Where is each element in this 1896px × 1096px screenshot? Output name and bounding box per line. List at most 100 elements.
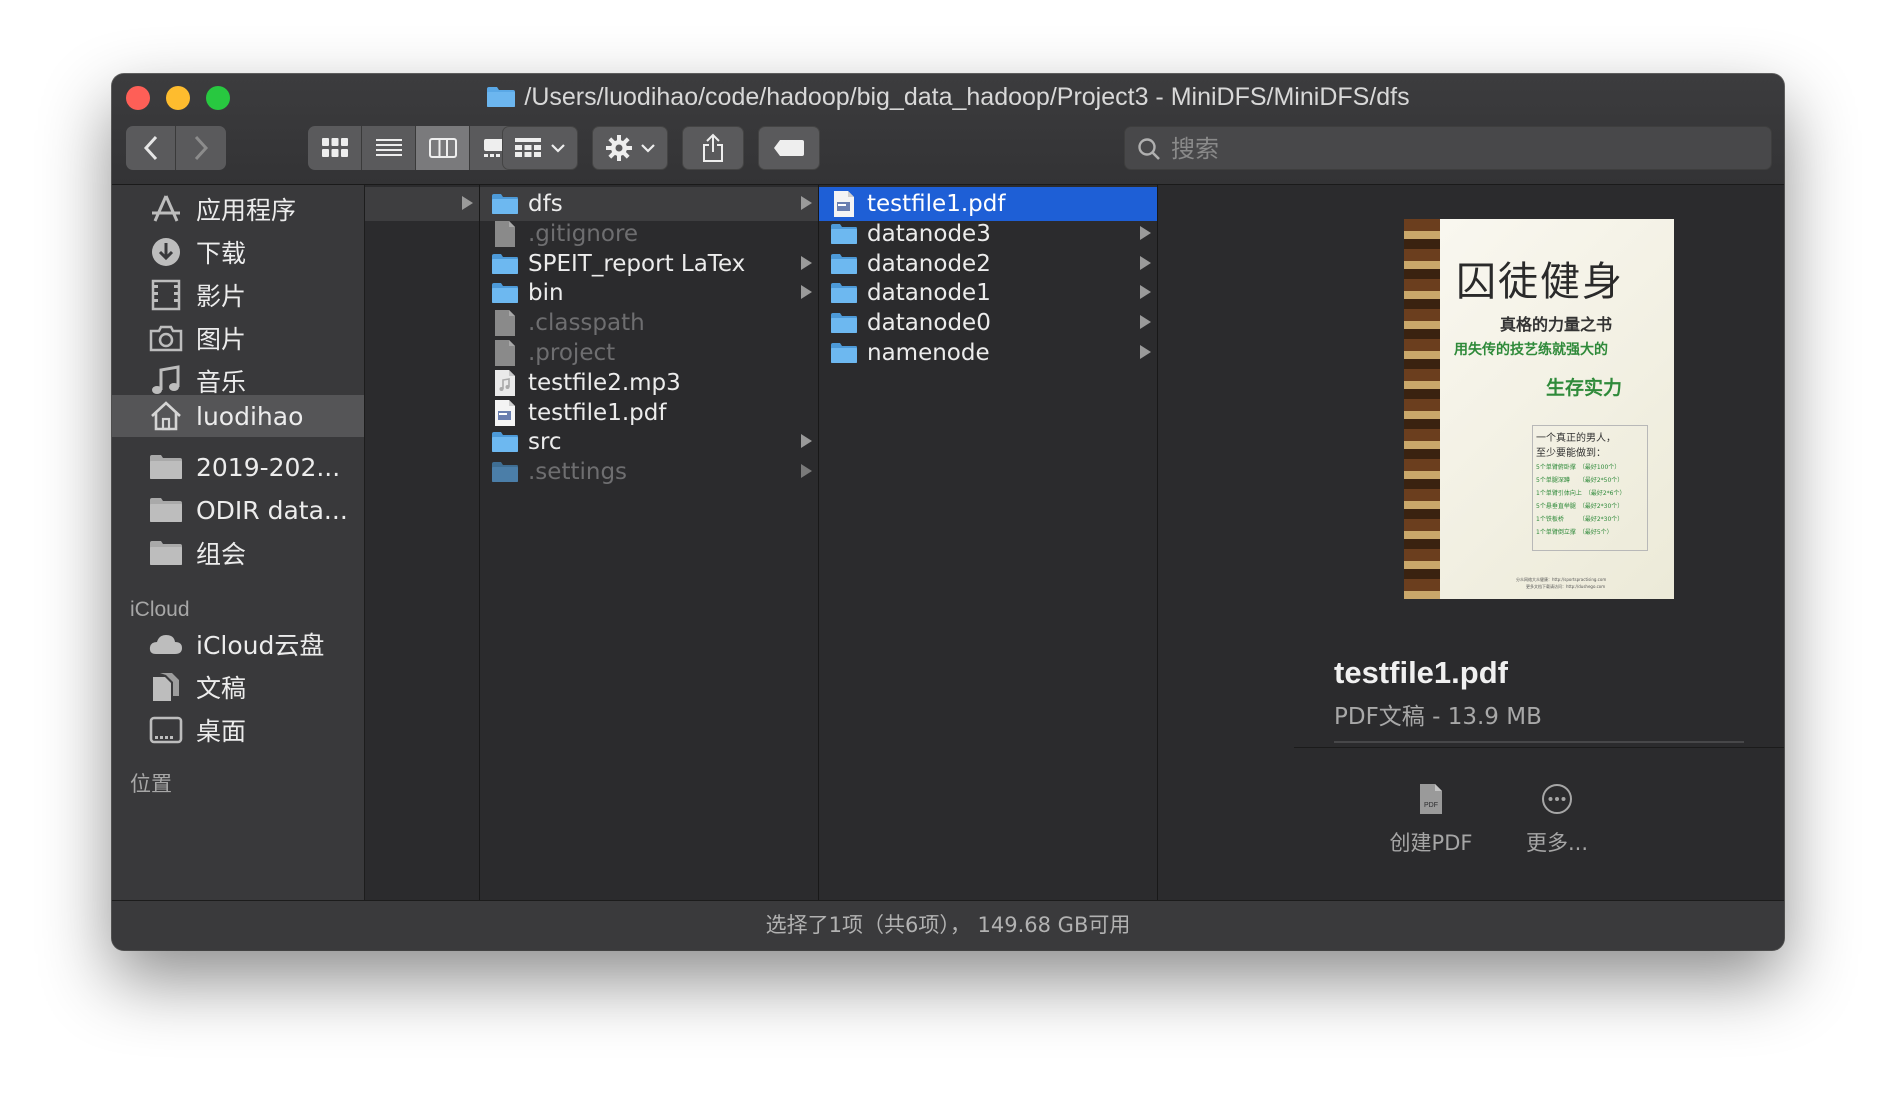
folder-icon — [490, 427, 520, 457]
search-input[interactable] — [1169, 127, 1763, 171]
chevron-down-icon — [551, 144, 565, 153]
share-button[interactable] — [682, 126, 744, 170]
more-button[interactable]: 更多... — [1492, 779, 1622, 857]
disclosure-arrow-icon — [801, 196, 812, 210]
disclosure-arrow-icon — [801, 255, 812, 270]
sidebar-item-label: 文稿 — [196, 674, 247, 703]
columns-icon — [428, 138, 457, 158]
sidebar-item-label: iCloud云盘 — [196, 631, 325, 660]
cover-box-line: 1个铁板桥 （最好2*30个） — [1536, 516, 1624, 523]
sidebar-item-downloads[interactable]: 下载 — [112, 228, 364, 276]
folder-icon — [146, 447, 186, 487]
disclosure-arrow-icon — [801, 434, 812, 449]
cover-tagline: 用失传的技艺练就强大的 — [1454, 342, 1608, 358]
status-bar: 选择了1项（共6项）， 149.68 GB可用 — [112, 900, 1784, 950]
pdf-icon: PDF — [1420, 784, 1442, 814]
gear-icon — [606, 135, 632, 161]
sidebar-item-label: 2019-202... — [196, 452, 341, 482]
svg-text:PDF: PDF — [1424, 802, 1438, 809]
sidebar-item-applications[interactable]: 应用程序 — [112, 185, 364, 233]
folder-icon — [490, 278, 520, 308]
sidebar-item-label: 组会 — [196, 540, 247, 569]
title-toolbar: /Users/luodihao/code/hadoop/big_data_had… — [112, 74, 1784, 185]
folder-icon — [146, 490, 186, 530]
folder-icon — [490, 189, 520, 219]
more-label: 更多... — [1525, 831, 1589, 855]
file-name: .classpath — [528, 310, 645, 337]
downloads-icon — [146, 232, 186, 272]
sidebar-item-folder-2019[interactable]: 2019-202... — [112, 443, 364, 491]
cover-ornament — [1404, 219, 1440, 599]
sidebar-header-locations: 位置 — [130, 773, 172, 796]
disclosure-arrow-icon — [1140, 225, 1151, 240]
chevron-down-icon — [641, 144, 655, 153]
divider — [1294, 747, 1784, 748]
sidebar-item-home[interactable]: luodihao — [112, 395, 364, 437]
sidebar: 应用程序 下载 影片 图片 音乐 luodihao 2019-202... OD… — [112, 185, 365, 900]
cover-box-line: 5个单臂俯卧撑 （最好100个） — [1536, 464, 1621, 471]
folder-icon — [829, 308, 859, 338]
sidebar-item-documents[interactable]: 文稿 — [112, 663, 364, 711]
chevron-right-icon — [194, 135, 209, 161]
view-mode-control — [308, 126, 524, 170]
tags-button[interactable] — [758, 126, 820, 170]
sidebar-item-label: 桌面 — [196, 717, 247, 746]
more-icon — [1542, 784, 1572, 814]
folder-icon — [829, 249, 859, 279]
group-grid-icon — [515, 138, 541, 157]
cover-box-line: 5个单腿深蹲 （最好2*50个） — [1536, 477, 1624, 484]
forward-button[interactable] — [176, 126, 226, 170]
cover-title: 囚徒健身 — [1456, 259, 1624, 305]
list-view-button[interactable] — [362, 126, 416, 170]
action-menu-button[interactable] — [592, 126, 668, 170]
file-name: bin — [528, 280, 564, 307]
file-row[interactable]: namenode — [819, 336, 1157, 370]
file-icon — [490, 308, 520, 338]
folder-icon — [490, 457, 520, 487]
back-button[interactable] — [126, 126, 176, 170]
sidebar-item-pictures[interactable]: 图片 — [112, 314, 364, 362]
sidebar-item-desktop[interactable]: 桌面 — [112, 706, 364, 754]
sidebar-item-folder-odir[interactable]: ODIR data... — [112, 486, 364, 534]
file-name: dfs — [528, 191, 563, 217]
cover-subtitle: 真格的力量之书 — [1500, 315, 1613, 334]
cover-footer: 分众网络大众健康：http://sportspractising.com — [1516, 577, 1607, 582]
sidebar-item-icloud-drive[interactable]: iCloud云盘 — [112, 620, 364, 668]
divider — [1334, 741, 1744, 743]
preview-file-name: testfile1.pdf — [1334, 655, 1508, 690]
disclosure-arrow-icon — [1140, 285, 1151, 300]
sidebar-item-label: luodihao — [196, 401, 304, 431]
window-title: /Users/luodihao/code/hadoop/big_data_had… — [112, 83, 1784, 115]
column-view-button[interactable] — [416, 126, 470, 170]
column-1 — [365, 185, 480, 900]
folder-icon — [486, 86, 516, 115]
sidebar-item-label: 下载 — [196, 239, 247, 268]
file-name: datanode0 — [867, 310, 991, 337]
camera-icon — [146, 318, 186, 358]
column-1-row[interactable] — [365, 187, 479, 221]
sidebar-item-label: 音乐 — [196, 368, 247, 397]
icon-view-button[interactable] — [308, 126, 362, 170]
search-box[interactable] — [1124, 126, 1772, 171]
cover-tagline-2: 生存实力 — [1546, 377, 1623, 399]
disclosure-arrow-icon — [801, 285, 812, 300]
window-title-text: /Users/luodihao/code/hadoop/big_data_had… — [524, 83, 1410, 111]
nav-buttons — [126, 126, 226, 170]
movies-icon — [146, 275, 186, 315]
pdf-thumbnail: 囚徒健身 真格的力量之书 用失传的技艺练就强大的 生存实力 一个真正的男人， 至… — [1404, 219, 1674, 599]
applications-icon — [146, 189, 186, 229]
cover-box-line: 1个单臂引体向上 （最好2*6个） — [1536, 490, 1626, 497]
create-pdf-button[interactable]: PDF 创建PDF — [1366, 779, 1496, 857]
create-pdf-label: 创建PDF — [1389, 831, 1473, 855]
group-by-button[interactable] — [502, 126, 578, 170]
sidebar-item-label: 应用程序 — [196, 196, 297, 225]
file-row[interactable]: .settings — [480, 455, 818, 489]
sidebar-item-folder-meeting[interactable]: 组会 — [112, 529, 364, 577]
pdf-file-icon — [829, 189, 859, 219]
disclosure-arrow-icon — [462, 196, 473, 210]
disclosure-arrow-icon — [1140, 345, 1151, 359]
sidebar-item-movies[interactable]: 影片 — [112, 271, 364, 319]
folder-icon — [829, 219, 859, 249]
disclosure-arrow-icon — [1140, 255, 1151, 270]
cover-box-line: 5个悬垂直举腿 （最好2*30个） — [1536, 503, 1624, 510]
